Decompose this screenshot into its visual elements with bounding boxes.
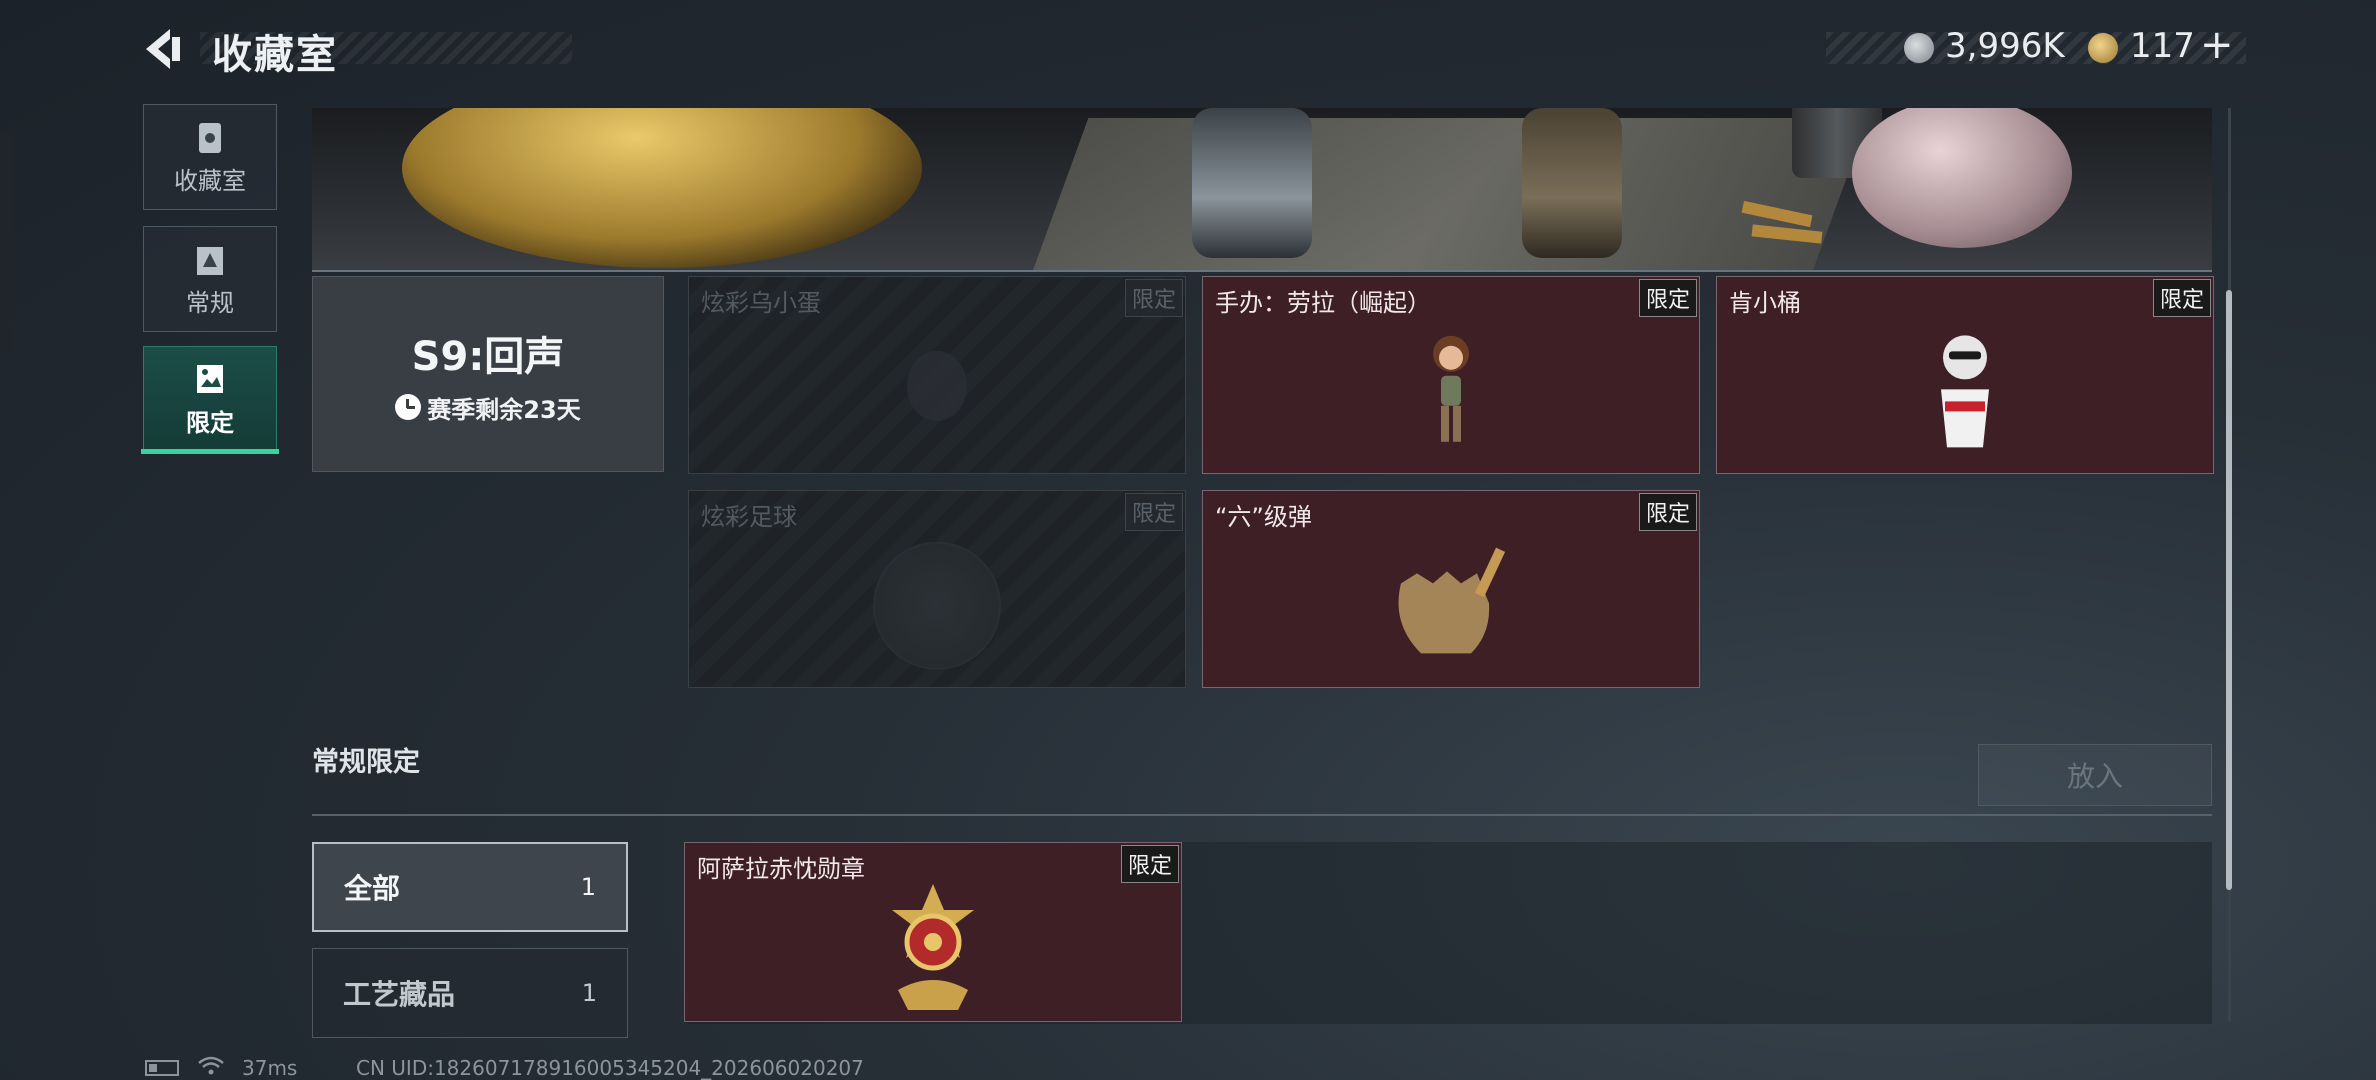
filter-crafted-collectibles[interactable]: 工艺藏品 1 [312, 948, 628, 1038]
item-name: 炫彩乌小蛋 [701, 289, 821, 317]
page-title: 收藏室 [212, 32, 338, 78]
filter-label: 全部 [344, 872, 401, 905]
collection-item-card[interactable]: 肯小桶 限定 [1716, 276, 2214, 474]
banner-soldier-figure [1522, 108, 1622, 258]
limited-badge: 限定 [2152, 279, 2211, 317]
gold-coin-icon [2088, 33, 2118, 63]
limited-badge: 限定 [1124, 493, 1183, 531]
back-arrow-icon[interactable] [140, 25, 188, 73]
document-icon [197, 246, 223, 275]
gold-currency-value: 117 [2130, 26, 2195, 66]
sidebar-item-collection[interactable]: 收藏室 [143, 104, 277, 210]
section-title: 常规限定 [312, 747, 420, 778]
silver-coin-icon [1904, 33, 1934, 63]
collection-item-card[interactable]: 阿萨拉赤忱勋章 限定 [684, 842, 1182, 1022]
scrollbar-thumb[interactable] [2226, 290, 2232, 890]
filter-count: 1 [581, 979, 597, 1007]
kfc-bucket-figure-icon [1941, 335, 1989, 448]
screen-edge-handle [0, 132, 14, 352]
banner-egg [1852, 108, 2072, 248]
season-name: S9:回声 [411, 333, 565, 380]
sidebar-item-label: 常规 [186, 288, 234, 317]
item-name: 炫彩足球 [701, 503, 797, 531]
collection-item-card[interactable]: 手办：劳拉（崛起） 限定 [1202, 276, 1700, 474]
limited-badge: 限定 [1638, 493, 1697, 531]
item-name: 肯小桶 [1729, 289, 1801, 317]
clock-icon [395, 394, 422, 420]
banner-robot-figure [1192, 108, 1312, 258]
banner-golden-dragon [402, 108, 922, 268]
sidebar-item-regular[interactable]: 常规 [143, 226, 277, 332]
lara-figure-icon [1433, 335, 1469, 442]
sidebar-item-limited[interactable]: 限定 [143, 346, 277, 452]
football-icon [873, 541, 1001, 670]
ping-latency: 37ms [242, 1056, 298, 1080]
sidebar-item-label: 收藏室 [174, 166, 246, 195]
bullet-hand-sculpture-icon [1398, 547, 1506, 654]
medal-icon [892, 883, 974, 1010]
add-currency-button[interactable]: + [2200, 22, 2234, 68]
collection-item-card[interactable]: 炫彩足球 限定 [688, 490, 1186, 688]
season-card: S9:回声 赛季剩余23天 [312, 276, 664, 472]
trash-can-icon [199, 122, 221, 153]
put-in-button[interactable]: 放入 [1978, 744, 2212, 806]
limited-badge: 限定 [1124, 279, 1183, 317]
wifi-icon [198, 1056, 224, 1075]
collection-item-card[interactable]: 炫彩乌小蛋 限定 [688, 276, 1186, 474]
season-remaining-text: 赛季剩余23天 [427, 395, 581, 424]
sidebar-item-label: 限定 [186, 408, 234, 437]
filter-label: 工艺藏品 [343, 978, 456, 1011]
filter-all[interactable]: 全部 1 [312, 842, 628, 932]
collection-banner-image [312, 108, 2212, 272]
image-frame-icon [197, 364, 223, 393]
season-remaining: 赛季剩余23天 [395, 390, 581, 425]
filter-count: 1 [580, 873, 596, 901]
item-name: “六”级弹 [1215, 503, 1312, 531]
selected-indicator [141, 449, 279, 454]
banner-mat [1015, 118, 1869, 270]
limited-badge: 限定 [1120, 845, 1179, 883]
item-name: 阿萨拉赤忱勋章 [697, 855, 865, 883]
limited-badge: 限定 [1638, 279, 1697, 317]
item-name: 手办：劳拉（崛起） [1215, 289, 1431, 317]
user-uid: CN UID:182607178916005345204_20260602020… [356, 1056, 864, 1080]
egg-figure-icon [907, 350, 967, 421]
silver-currency-value: 3,996K [1945, 26, 2065, 66]
section-divider [312, 814, 2212, 816]
collection-item-card[interactable]: “六”级弹 限定 [1202, 490, 1700, 688]
battery-level [149, 1064, 157, 1072]
